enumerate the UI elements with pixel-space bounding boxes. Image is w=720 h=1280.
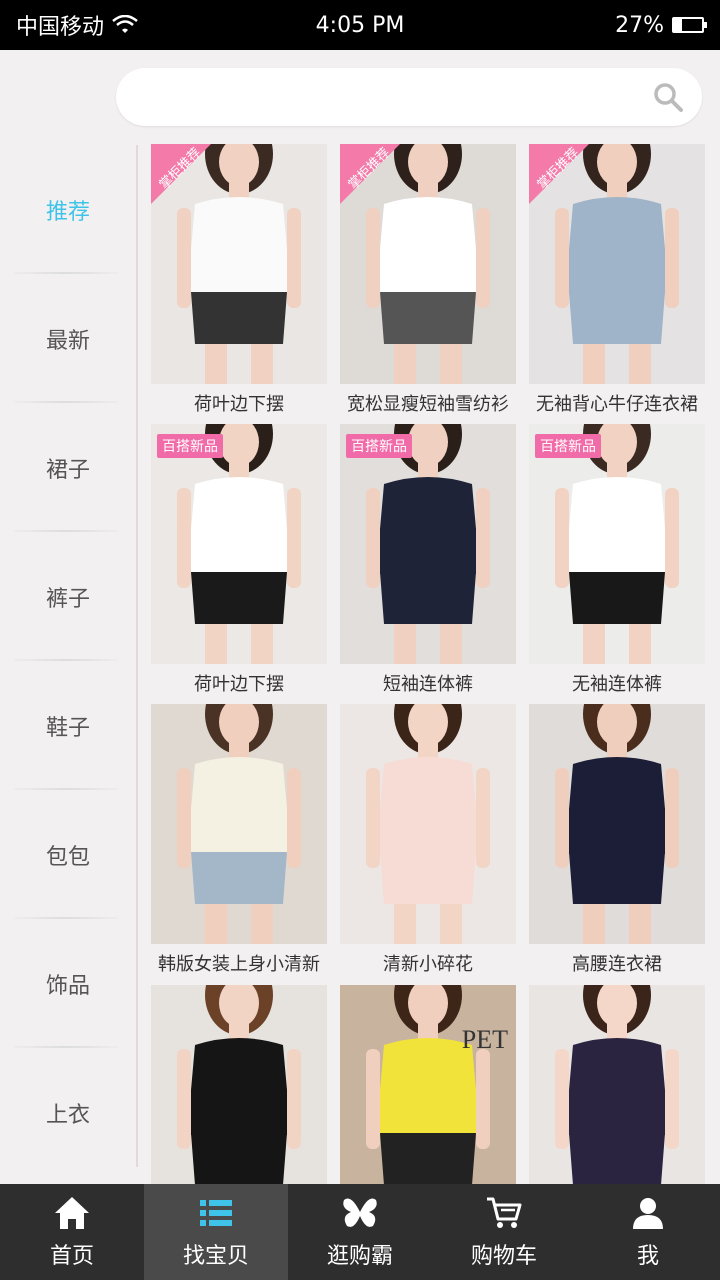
nav-browse[interactable]: 逛购霸 xyxy=(288,1184,432,1280)
badge-tag: 百搭新品 xyxy=(157,434,223,458)
product-card[interactable]: 百搭新品荷叶边下摆 xyxy=(151,424,327,705)
product-image: 百搭新品 xyxy=(529,424,705,664)
sidebar-item-label: 上衣 xyxy=(45,1102,90,1128)
product-card[interactable]: 百搭新品短袖连体裤 xyxy=(340,424,516,705)
product-card[interactable]: 高腰连衣裙 xyxy=(529,704,705,985)
bottom-nav: 首页 找宝贝 逛购霸 购物车 我 xyxy=(0,1184,720,1280)
nav-find[interactable]: 找宝贝 xyxy=(144,1184,288,1280)
product-image: 百搭新品 xyxy=(151,424,327,664)
product-title: 短袖连体裤 xyxy=(383,674,473,695)
carrier-name: 中国移动 xyxy=(16,15,105,40)
product-image xyxy=(340,704,516,944)
product-card[interactable]: 掌柜推荐宽松显瘦短袖雪纺衫 xyxy=(340,144,516,425)
product-card[interactable]: 掌柜推荐荷叶边下摆 xyxy=(151,144,327,425)
nav-me-label: 我 xyxy=(636,1244,659,1269)
product-card[interactable] xyxy=(151,985,327,1184)
product-card[interactable]: 韩版女装上身小清新 xyxy=(151,704,327,985)
nav-me[interactable]: 我 xyxy=(576,1184,720,1280)
product-title: 荷叶边下摆 xyxy=(194,674,284,695)
category-sidebar: 推荐最新裙子裤子鞋子包包饰品上衣 xyxy=(0,145,138,1167)
sidebar-item-4[interactable]: 鞋子 xyxy=(0,661,136,790)
product-card[interactable]: 掌柜推荐无袖背心牛仔连衣裙 xyxy=(529,144,705,425)
sidebar-item-6[interactable]: 饰品 xyxy=(0,919,136,1048)
sidebar-item-label: 最新 xyxy=(45,328,90,354)
battery-percent: 27% xyxy=(615,12,664,38)
product-image: 百搭新品 xyxy=(340,424,516,664)
sidebar-item-label: 饰品 xyxy=(45,973,90,999)
sidebar-item-label: 裤子 xyxy=(45,586,90,612)
home-icon xyxy=(55,1197,89,1229)
nav-cart-label: 购物车 xyxy=(470,1244,537,1269)
nav-home[interactable]: 首页 xyxy=(0,1184,144,1280)
product-title: 宽松显瘦短袖雪纺衫 xyxy=(347,394,509,415)
sidebar-item-label: 鞋子 xyxy=(45,715,90,741)
sidebar-item-7[interactable]: 上衣 xyxy=(0,1048,136,1177)
product-image xyxy=(151,704,327,944)
nav-home-label: 首页 xyxy=(49,1244,94,1269)
product-card[interactable]: 清新小碎花 xyxy=(340,704,516,985)
product-title: 无袖背心牛仔连衣裙 xyxy=(536,394,698,415)
battery-fill xyxy=(674,19,682,31)
butterfly-icon xyxy=(343,1198,377,1227)
search-bar[interactable] xyxy=(116,68,702,126)
sidebar-item-1[interactable]: 最新 xyxy=(0,274,136,403)
sidebar-item-label: 包包 xyxy=(45,844,90,870)
product-title: 高腰连衣裙 xyxy=(572,954,662,975)
nav-find-label: 找宝贝 xyxy=(182,1244,249,1269)
list-icon xyxy=(200,1200,232,1226)
wifi-icon xyxy=(112,15,138,33)
product-grid: 掌柜推荐 荷叶边下摆 掌柜推荐 宽松显瘦短袖雪纺衫 掌柜推荐 无袖背心牛仔连衣裙 百搭新品荷… xyxy=(151,144,705,1184)
sidebar-item-2[interactable]: 裙子 xyxy=(0,403,136,532)
product-card[interactable] xyxy=(529,985,705,1184)
product-image: 掌柜推荐 xyxy=(151,144,327,384)
badge-corner: 掌柜推荐 xyxy=(529,144,589,204)
product-image-text: PET xyxy=(461,1025,508,1054)
product-title: 荷叶边下摆 xyxy=(194,394,284,415)
user-icon xyxy=(633,1198,663,1229)
search-input[interactable] xyxy=(136,68,636,126)
battery-icon xyxy=(672,17,707,33)
product-image xyxy=(529,985,705,1184)
nav-browse-label: 逛购霸 xyxy=(326,1244,393,1269)
nav-cart[interactable]: 购物车 xyxy=(432,1184,576,1280)
search-icon[interactable] xyxy=(652,81,684,113)
badge-tag: 百搭新品 xyxy=(535,434,601,458)
product-image: 掌柜推荐 xyxy=(340,144,516,384)
product-card[interactable]: 百搭新品无袖连体裤 xyxy=(529,424,705,705)
cart-icon xyxy=(487,1197,522,1228)
product-title: 无袖连体裤 xyxy=(572,674,662,695)
sidebar-item-5[interactable]: 包包 xyxy=(0,790,136,919)
sidebar-item-0[interactable]: 推荐 xyxy=(0,145,136,274)
product-title: 清新小碎花 xyxy=(383,954,473,975)
badge-tag: 百搭新品 xyxy=(346,434,412,458)
status-left: 中国移动 xyxy=(16,9,138,41)
status-bar: 中国移动 4:05 PM 27% xyxy=(0,0,720,50)
product-image xyxy=(151,985,327,1184)
product-image: PET xyxy=(340,985,516,1184)
product-card[interactable]: PET xyxy=(340,985,516,1184)
sidebar-item-label: 裙子 xyxy=(45,457,90,483)
sidebar-item-3[interactable]: 裤子 xyxy=(0,532,136,661)
badge-corner: 掌柜推荐 xyxy=(151,144,211,204)
product-image xyxy=(529,704,705,944)
status-right: 27% xyxy=(615,12,707,38)
sidebar-item-label: 推荐 xyxy=(45,199,90,225)
product-title: 韩版女装上身小清新 xyxy=(158,954,320,975)
badge-corner: 掌柜推荐 xyxy=(340,144,400,204)
product-image: 掌柜推荐 xyxy=(529,144,705,384)
